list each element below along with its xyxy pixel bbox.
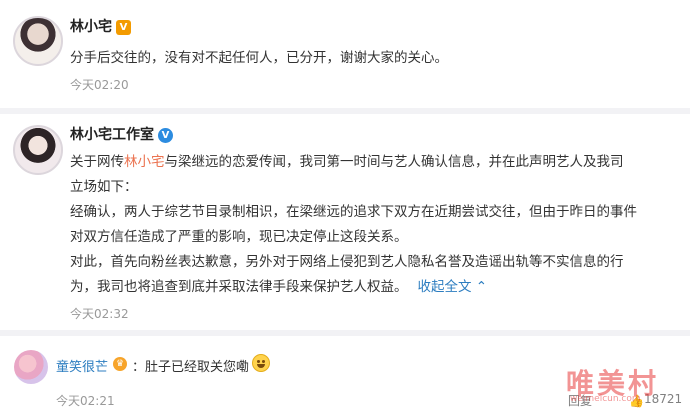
author-name[interactable]: 林小宅 V (70, 16, 131, 36)
post-text-line: 立场如下： (70, 179, 138, 195)
post-time[interactable]: 今天02:20 (70, 76, 129, 93)
commenter-name[interactable]: 童笑很芒 (56, 356, 108, 375)
post-text-line: 对此，首先向粉丝表达歉意，另外对于网络上侵犯到艺人隐私名誉及造谣出轨等不实信息的… (70, 254, 624, 270)
watermark-url: weimeicun.com (570, 394, 641, 404)
commenter-avatar[interactable] (14, 350, 48, 384)
member-crown-icon: ♛ (113, 357, 127, 371)
author-avatar[interactable] (13, 16, 63, 66)
post-text-line: 经确认，两人于综艺节目录制相识，在梁继远的追求下双方在近期尝试交往，但由于昨日的… (70, 204, 637, 220)
comment-time: 今天02:21 (56, 394, 115, 408)
verified-badge-icon: V (158, 128, 173, 143)
post-text-line: 关于网传林小宅与梁继远的恋爱传闻，我司第一时间与艺人确认信息，并在此声明艺人及我… (70, 154, 624, 170)
post-text-line: 为，我司也将追查到底并采取法律手段来保护艺人权益。 收起全文 ⌃ (70, 279, 488, 295)
grin-emoji-icon (252, 354, 270, 372)
weibo-post-1: 林小宅 V 分手后交往的，没有对不起任何人，已分开，谢谢大家的关心。 今天02:2… (0, 0, 690, 110)
comment-text: ：肚子已经取关您嘞 (132, 360, 250, 375)
post-text: 分手后交往的，没有对不起任何人，已分开，谢谢大家的关心。 (70, 50, 448, 66)
mention-link[interactable]: 林小宅 (124, 154, 165, 170)
author-avatar[interactable] (13, 125, 63, 175)
post-text-line: 对双方信任造成了严重的影响，现已决定停止这段关系。 (70, 229, 408, 245)
author-name[interactable]: 林小宅工作室 V (70, 124, 173, 144)
chevron-up-icon: ⌃ (475, 279, 488, 295)
collapse-full-text-link[interactable]: 收起全文 ⌃ (418, 279, 488, 295)
post-time[interactable]: 今天02:32 (70, 305, 129, 322)
verified-badge-icon: V (116, 20, 131, 35)
